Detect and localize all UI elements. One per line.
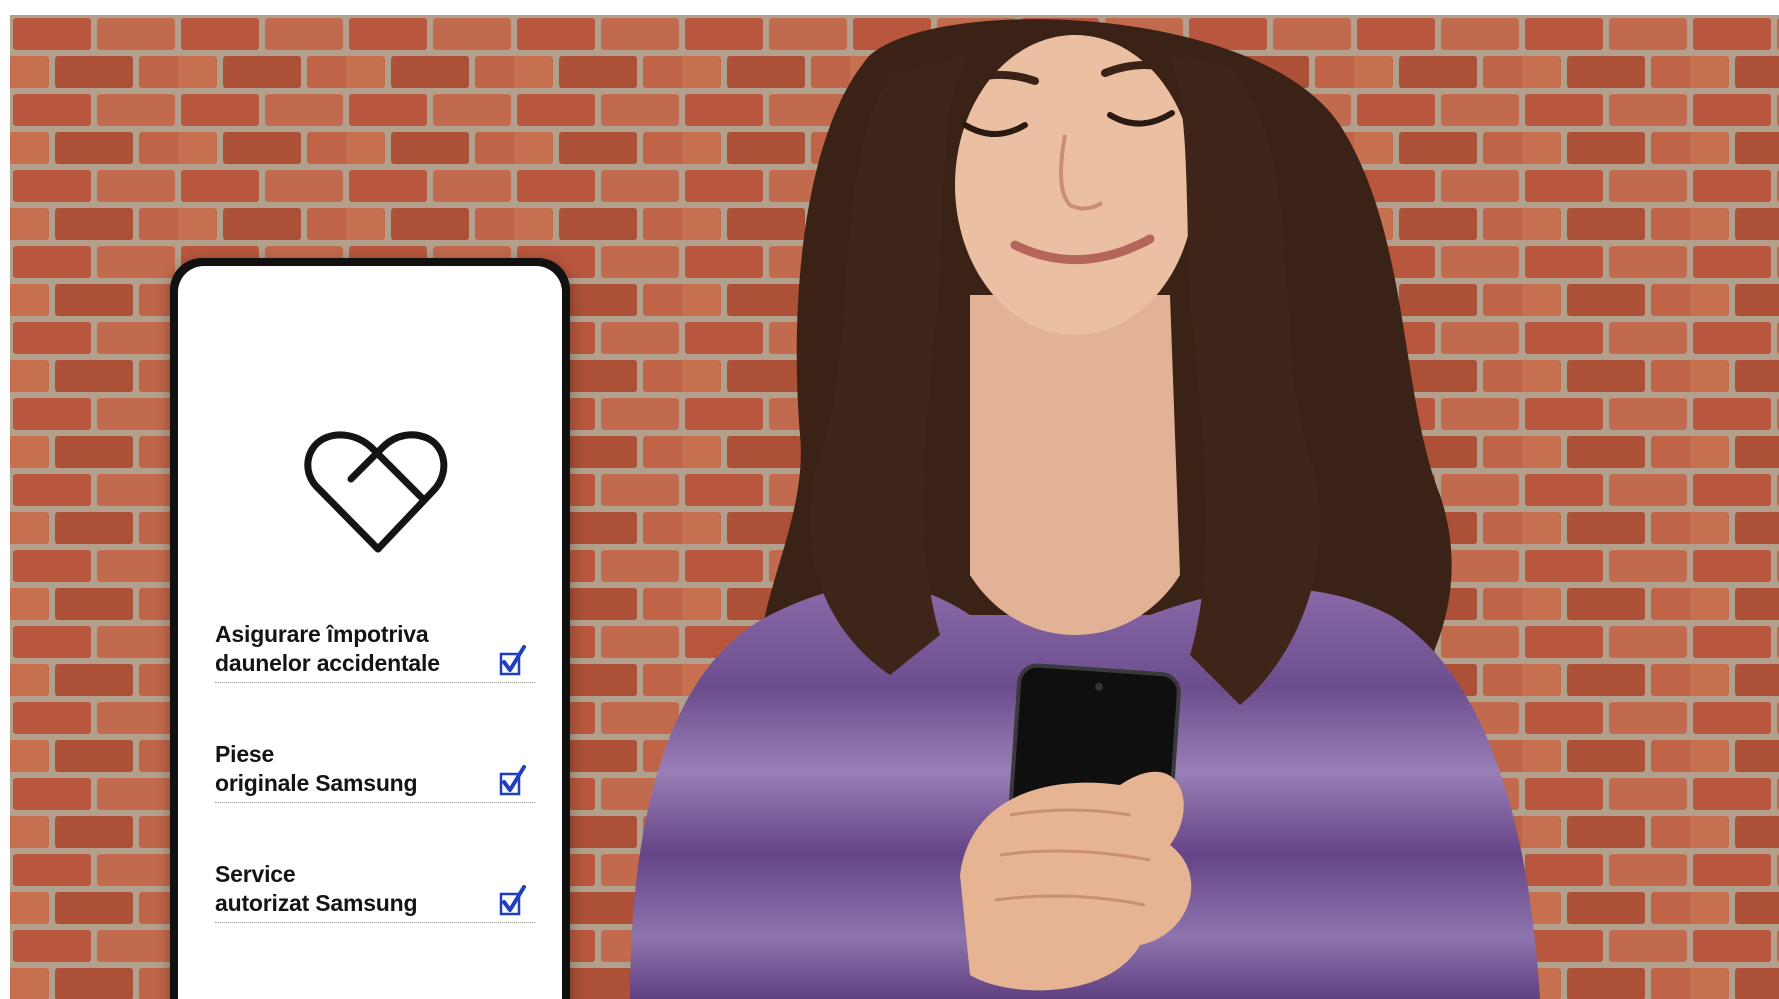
feature-accidental-damage: Asigurare împotriva daunelor accidentale (215, 620, 535, 683)
feature-original-parts: Piese originale Samsung (215, 740, 535, 803)
feature-label-line2: daunelor accidentale (215, 650, 440, 676)
feature-label-line2: originale Samsung (215, 770, 418, 796)
feature-label-line1: Service (215, 861, 296, 887)
neck (970, 295, 1180, 635)
phone-mockup: Asigurare împotriva daunelor accidentale… (170, 258, 570, 999)
feature-authorized-service: Service autorizat Samsung (215, 860, 535, 923)
feature-label-line1: Piese (215, 741, 275, 767)
phone-screen: Asigurare împotriva daunelor accidentale… (178, 266, 562, 999)
checkbox-checked-icon (499, 645, 526, 676)
feature-label-line1: Asigurare împotriva (215, 621, 429, 647)
checkbox-checked-icon (499, 765, 526, 796)
checkbox-checked-icon (499, 885, 526, 916)
hero-photo: Asigurare împotriva daunelor accidentale… (10, 15, 1779, 999)
feature-label-line2: autorizat Samsung (215, 890, 418, 916)
face (955, 35, 1195, 335)
heart-shield-icon (304, 431, 448, 553)
